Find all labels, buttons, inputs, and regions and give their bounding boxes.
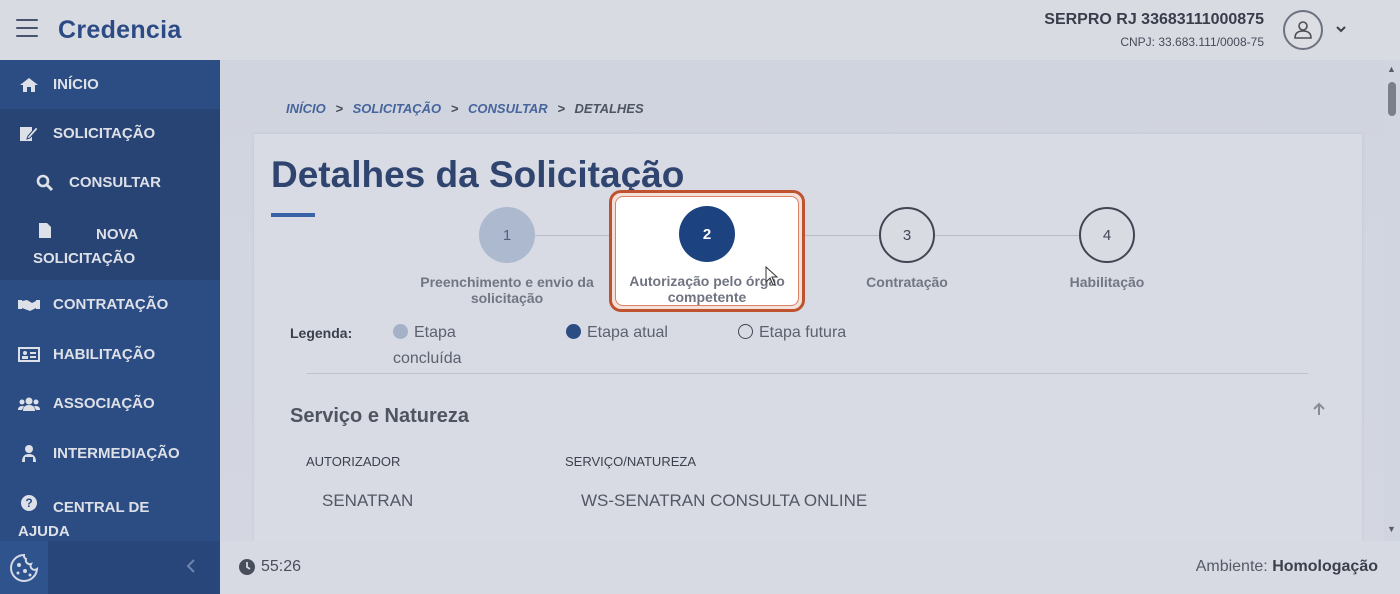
breadcrumb-separator: > [450,101,459,116]
step-4-circle: 4 [1079,207,1135,263]
sidebar-item-label: INTERMEDIAÇÃO [53,445,180,462]
step-1: 1 Preenchimento e envio da solicitação [407,207,607,306]
sidebar-item-central-de-ajuda[interactable]: ? CENTRAL DE AJUDA [0,480,220,540]
session-timer: 55:26 [238,558,301,576]
autorizador-header: AUTORIZADOR [306,454,401,469]
step-1-label: Preenchimento e envio da solicitação [420,274,594,306]
sidebar-item-label: INÍCIO [53,76,99,93]
legend-future-text: Etapa futura [759,324,847,341]
sidebar-item-label: NOVA SOLICITAÇÃO [33,226,138,267]
step-2-circle[interactable]: 2 [679,206,735,262]
legend-current: Etapa atual [566,320,668,346]
organization-name: SERPRO RJ 33683111000875 [1044,11,1264,28]
breadcrumb-item-detalhes: DETALHES [574,101,644,116]
sidebar-item-inicio[interactable]: INÍCIO [0,60,220,109]
scrollbar[interactable]: ▲ ▼ [1384,60,1400,541]
mouse-cursor-icon [765,265,779,291]
sidebar-submenu-solicitacao: SOLICITAÇÃO CONSULTAR NOVA SOLICITAÇÃO [0,109,220,280]
sidebar-item-label: HABILITAÇÃO [53,346,156,363]
cookie-icon[interactable] [0,541,48,594]
sidebar-item-associacao[interactable]: ASSOCIAÇÃO [0,379,220,428]
legend-future-dot [738,324,753,339]
home-icon [18,76,40,94]
environment-label: Ambiente: [1195,558,1268,575]
organization-cnpj: CNPJ: 33.683.111/0008-75 [1120,35,1264,49]
breadcrumb-separator: > [335,101,343,116]
edit-document-icon [18,125,40,143]
breadcrumb-item-consultar[interactable]: CONSULTAR [468,101,548,116]
search-icon [34,174,56,192]
users-icon [18,395,40,413]
person-laptop-icon [18,444,40,463]
legend-current-dot [566,324,581,339]
collapse-sidebar-icon[interactable] [186,557,196,580]
sidebar-item-solicitacao[interactable]: SOLICITAÇÃO [0,109,220,158]
breadcrumb: INÍCIO > SOLICITAÇÃO > CONSULTAR > DETAL… [286,101,644,116]
legend-future: Etapa futura [738,320,846,346]
environment-value: Homologação [1272,558,1378,575]
legend-done-dot [393,324,408,339]
breadcrumb-item-inicio[interactable]: INÍCIO [286,101,326,116]
environment-info: Ambiente: Homologação [1196,558,1378,576]
organization-info: SERPRO RJ 33683111000875 CNPJ: 33.683.11… [1044,11,1264,49]
sidebar-item-label: SOLICITAÇÃO [53,125,156,142]
scroll-down-icon[interactable]: ▼ [1387,524,1396,534]
section-divider [307,373,1308,374]
sidebar-item-consultar[interactable]: CONSULTAR [0,158,220,207]
sidebar-item-label: CONTRATAÇÃO [53,296,169,313]
step-4: 4 Habilitação [1007,207,1207,290]
legend-current-text: Etapa atual [587,324,668,341]
title-underline [271,213,315,217]
timer-value: 55:26 [261,558,302,575]
breadcrumb-item-solicitacao[interactable]: SOLICITAÇÃO [353,101,442,116]
handshake-icon [18,296,40,314]
sidebar: INÍCIO SOLICITAÇÃO CONSULTAR NOVA SOLICI… [0,60,220,541]
servico-natureza-header: SERVIÇO/NATUREZA [565,454,696,469]
step-4-label: Habilitação [1069,274,1145,290]
details-card: Detalhes da Solicitação 1 Preenchimento … [254,134,1362,554]
section-title: Serviço e Natureza [290,405,469,427]
menu-icon[interactable] [16,19,38,37]
sidebar-item-label: CONSULTAR [69,174,161,191]
chevron-down-icon[interactable] [1336,22,1346,36]
autorizador-value: SENATRAN [322,491,414,510]
sidebar-item-contratacao[interactable]: CONTRATAÇÃO [0,280,220,329]
scroll-up-icon[interactable]: ▲ [1387,64,1396,74]
legend-done: Etapa concluída [393,320,503,372]
footer: 55:26 Ambiente: Homologação [220,541,1400,594]
arrow-up-icon[interactable] [1312,402,1326,421]
sidebar-item-nova-solicitacao[interactable]: NOVA SOLICITAÇÃO [0,207,220,279]
breadcrumb-separator: > [557,101,565,116]
legend-label: Legenda: [290,325,353,341]
app-logo[interactable]: Credencia [58,16,182,45]
top-bar: Credencia SERPRO RJ 33683111000875 CNPJ:… [0,0,1400,60]
sidebar-item-intermediacao[interactable]: INTERMEDIAÇÃO [0,429,220,478]
step-3: 3 Contratação [807,207,1007,290]
sidebar-item-habilitacao[interactable]: HABILITAÇÃO [0,330,220,379]
sidebar-item-label: ASSOCIAÇÃO [53,395,155,412]
id-card-icon [18,346,40,364]
step-3-label: Contratação [866,274,948,290]
servico-natureza-value: WS-SENATRAN CONSULTA ONLINE [581,491,868,510]
step-1-circle: 1 [479,207,535,263]
clock-icon [238,558,256,576]
sidebar-item-label: CENTRAL DE AJUDA [18,499,150,540]
step-3-circle: 3 [879,207,935,263]
highlighted-step-region: 2 Autorização pelo órgão competente [609,190,805,312]
user-avatar-icon[interactable] [1283,10,1323,50]
scrollbar-thumb[interactable] [1388,82,1396,116]
